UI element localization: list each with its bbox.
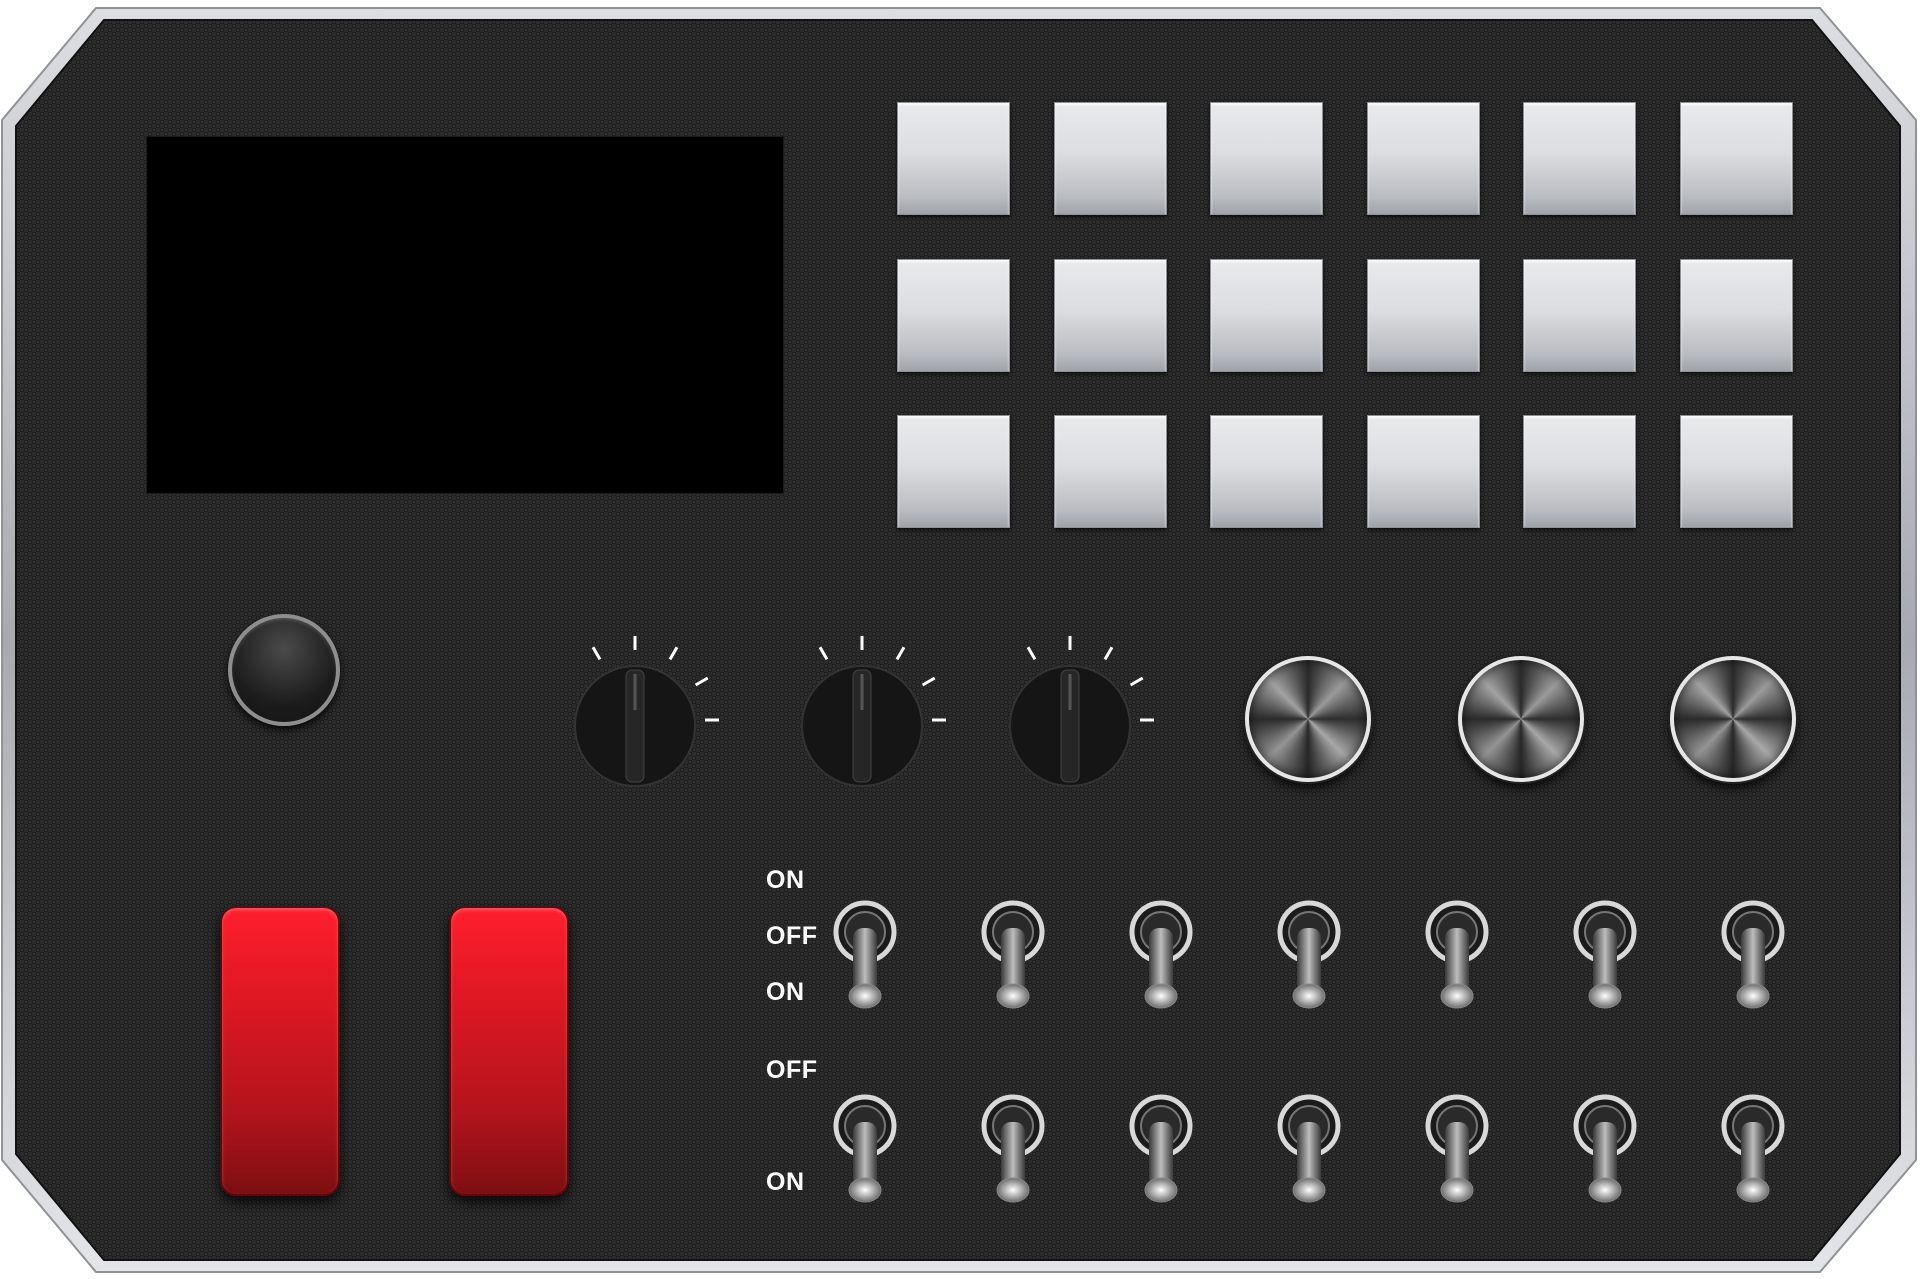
toggle-lever-tip [996,1177,1030,1203]
rotary-knob-1[interactable] [550,635,720,805]
pad-button-r1-c5[interactable] [1523,102,1636,215]
toggle-switch-r1-1[interactable] [830,900,900,1016]
pad-button-r2-c5[interactable] [1523,259,1636,372]
toggle-lever-tip [1144,983,1178,1009]
toggle-switch-r2-2[interactable] [978,1094,1048,1210]
red-rocker-switch-2[interactable] [449,906,569,1196]
toggle-row1-top-label: ON [766,866,805,894]
pad-button-r3-c1[interactable] [897,415,1010,528]
rotary-tick-mark [818,646,829,661]
pad-button-r1-c6[interactable] [1680,102,1793,215]
control-panel: ON OFF ON OFF ON [0,0,1920,1279]
metal-push-button-3[interactable] [1670,656,1796,782]
rotary-tick-mark [591,646,602,661]
rotary-tick-mark [921,676,936,687]
pad-button-r1-c3[interactable] [1210,102,1323,215]
toggle-lever-tip [1292,1177,1326,1203]
pad-button-r3-c5[interactable] [1523,415,1636,528]
toggle-switch-r2-6[interactable] [1570,1094,1640,1210]
pad-button-r2-c6[interactable] [1680,259,1793,372]
pad-button-r3-c4[interactable] [1367,415,1480,528]
toggle-row2-top-label: OFF [766,1056,818,1084]
pad-button-r1-c1[interactable] [897,102,1010,215]
rotary-tick-mark [1026,646,1037,661]
rotary-tick-mark [1103,646,1114,661]
rotary-tick-mark [694,676,709,687]
toggle-row1-bottom-label: ON [766,978,805,1006]
toggle-switch-r2-5[interactable] [1422,1094,1492,1210]
toggle-lever-tip [1736,983,1770,1009]
toggle-lever-tip [1588,1177,1622,1203]
toggle-switch-r1-2[interactable] [978,900,1048,1016]
rotary-tick-mark [895,646,906,661]
toggle-switch-r1-3[interactable] [1126,900,1196,1016]
toggle-lever-tip [1588,983,1622,1009]
toggle-switch-r1-5[interactable] [1422,900,1492,1016]
metal-push-button-1[interactable] [1245,656,1371,782]
rotary-knob-2[interactable] [777,635,947,805]
pad-button-r2-c4[interactable] [1367,259,1480,372]
rotary-tick-mark [1129,676,1144,687]
pad-button-r2-c3[interactable] [1210,259,1323,372]
pad-button-r1-c4[interactable] [1367,102,1480,215]
rotary-knob-3[interactable] [985,635,1155,805]
toggle-lever-tip [1736,1177,1770,1203]
toggle-lever-tip [996,983,1030,1009]
toggle-switch-r1-6[interactable] [1570,900,1640,1016]
toggle-lever-tip [1144,1177,1178,1203]
toggle-lever-tip [848,983,882,1009]
pad-button-r1-c2[interactable] [1054,102,1167,215]
pad-button-r3-c2[interactable] [1054,415,1167,528]
pad-button-r3-c6[interactable] [1680,415,1793,528]
metal-push-button-2[interactable] [1458,656,1584,782]
toggle-row2-bottom-label: ON [766,1168,805,1196]
toggle-lever-tip [1440,1177,1474,1203]
toggle-row1-mid-label: OFF [766,922,818,950]
red-rocker-switch-1[interactable] [220,906,340,1196]
toggle-switch-r2-4[interactable] [1274,1094,1344,1210]
toggle-lever-tip [1292,983,1326,1009]
toggle-switch-r2-7[interactable] [1718,1094,1788,1210]
rotary-tick-mark [668,646,679,661]
toggle-switch-r2-1[interactable] [830,1094,900,1210]
display-screen [146,136,784,494]
round-knob[interactable] [228,614,340,726]
pad-button-r3-c3[interactable] [1210,415,1323,528]
toggle-lever-tip [848,1177,882,1203]
pad-button-r2-c1[interactable] [897,259,1010,372]
toggle-switch-r1-7[interactable] [1718,900,1788,1016]
toggle-switch-r2-3[interactable] [1126,1094,1196,1210]
pad-button-r2-c2[interactable] [1054,259,1167,372]
toggle-switch-r1-4[interactable] [1274,900,1344,1016]
toggle-lever-tip [1440,983,1474,1009]
